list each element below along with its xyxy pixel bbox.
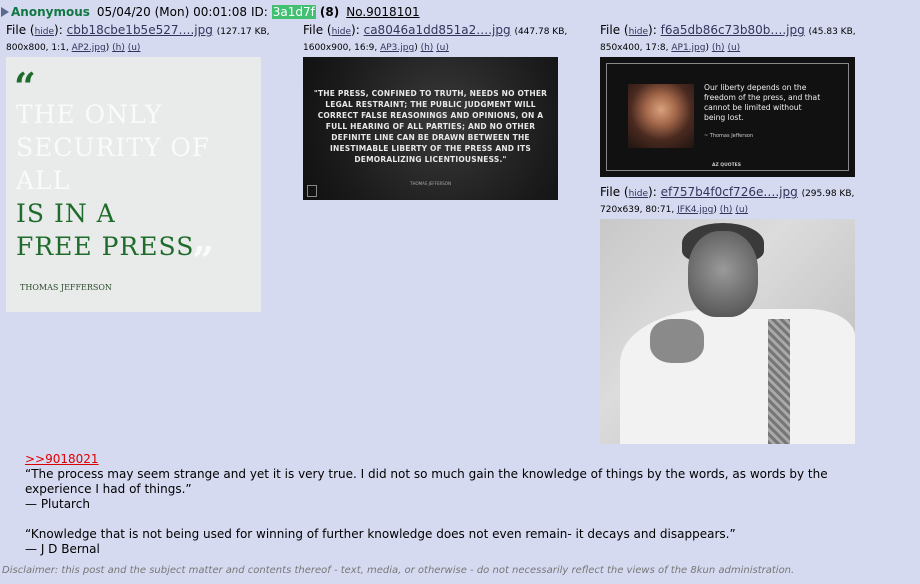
file-label-suffix: ): (648, 23, 657, 37)
shield-logo-icon (307, 185, 317, 197)
thumb-quote-text: "THE PRESS, CONFINED TO TRUTH, NEEDS NO … (313, 89, 548, 164)
original-filename-link[interactable]: AP1.jpg (671, 43, 705, 53)
file-info: File (hide): ef757b4f0cf726e….jpg (295.9… (600, 184, 870, 218)
original-filename-link[interactable]: AP2.jpg (72, 43, 106, 53)
file-h-link[interactable]: (h) (720, 205, 733, 215)
file-thumbnail[interactable]: “ THE ONLY SECURITY OF ALL IS IN A FREE … (6, 57, 261, 312)
file-info: File (hide): ca8046a1dd851a2….jpg (447.7… (303, 22, 573, 56)
file-attachment-2: File (hide): ca8046a1dd851a2….jpg (447.7… (303, 22, 573, 200)
file-attachment-3: File (hide): f6a5db86c73b80b….jpg (45.83… (600, 22, 870, 177)
file-meta: 720x639, 80:71, JFK4.jpg) (h) (u) (600, 205, 749, 215)
file-label: File ( (600, 185, 629, 199)
file-thumbnail[interactable]: "THE PRESS, CONFINED TO TRUTH, NEEDS NO … (303, 57, 558, 200)
file-dimensions: 720x639, 80:71, (600, 205, 675, 215)
file-thumbnail[interactable] (600, 219, 855, 444)
hide-link[interactable]: hide (332, 27, 351, 37)
file-label-suffix: ): (648, 185, 657, 199)
file-attachment-1: File (hide): cbb18cbe1b5e527….jpg (127.1… (6, 22, 276, 312)
file-dimensions: 800x800, 1:1, (6, 43, 69, 53)
file-label: File ( (6, 23, 35, 37)
triangle-right-icon[interactable] (1, 7, 9, 17)
post-number-link[interactable]: No.9018101 (346, 5, 419, 19)
thumb-quote-text: Our liberty depends on the freedom of th… (704, 83, 821, 122)
original-filename-link[interactable]: JFK4.jpg (677, 205, 713, 215)
hide-link[interactable]: hide (35, 27, 54, 37)
jefferson-portrait (628, 84, 694, 148)
file-u-link[interactable]: (u) (727, 43, 740, 53)
file-attachment-4: File (hide): ef757b4f0cf726e….jpg (295.9… (600, 184, 870, 444)
original-filename-link[interactable]: AP3.jpg (380, 43, 414, 53)
poster-name: Anonymous (11, 5, 90, 19)
file-dimensions: 850x400, 17:8, (600, 43, 669, 53)
file-u-link[interactable]: (u) (128, 43, 141, 53)
file-label: File ( (600, 23, 629, 37)
file-size: (295.98 KB, (801, 189, 855, 199)
file-size: (447.78 KB, (514, 27, 568, 37)
quote-text: “The process may seem strange and yet it… (25, 467, 828, 496)
photo-tie (768, 319, 790, 444)
file-name-link[interactable]: ca8046a1dd851a2….jpg (364, 23, 511, 37)
thumb-brand: AZ QUOTES (712, 163, 742, 168)
file-u-link[interactable]: (u) (436, 43, 449, 53)
post-body: >>9018021 “The process may seem strange … (25, 452, 885, 557)
photo-hand (650, 319, 704, 363)
hide-link[interactable]: hide (629, 27, 648, 37)
file-h-link[interactable]: (h) (112, 43, 125, 53)
file-label-suffix: ): (54, 23, 63, 37)
thumb-author: THOMAS JEFFERSON (410, 181, 451, 186)
file-label: File ( (303, 23, 332, 37)
file-h-link[interactable]: (h) (712, 43, 725, 53)
file-name-link[interactable]: ef757b4f0cf726e….jpg (661, 185, 798, 199)
photo-head (688, 231, 758, 317)
thumb-text-line: SECURITY OF (16, 133, 211, 162)
file-meta: 850x400, 17:8, AP1.jpg) (h) (u) (600, 43, 741, 53)
thumb-author: ~ Thomas Jefferson (704, 133, 754, 139)
post-header: Anonymous 05/04/20 (Mon) 00:01:08 ID: 3a… (0, 4, 420, 20)
file-name-link[interactable]: f6a5db86c73b80b….jpg (661, 23, 805, 37)
file-info: File (hide): f6a5db86c73b80b….jpg (45.83… (600, 22, 870, 56)
thumb-text-line: FREE PRESS (16, 232, 195, 261)
file-label-suffix: ): (351, 23, 360, 37)
quote-author: — Plutarch (25, 497, 90, 511)
file-dimensions: 1600x900, 16:9, (303, 43, 378, 53)
file-h-link[interactable]: (h) (421, 43, 434, 53)
file-name-link[interactable]: cbb18cbe1b5e527….jpg (67, 23, 213, 37)
reply-link[interactable]: >>9018021 (25, 452, 99, 466)
poster-id[interactable]: 3a1d7f (271, 5, 316, 19)
file-thumbnail[interactable]: Our liberty depends on the freedom of th… (600, 57, 855, 177)
file-meta: 1600x900, 16:9, AP3.jpg) (h) (u) (303, 43, 449, 53)
file-info: File (hide): cbb18cbe1b5e527….jpg (127.1… (6, 22, 276, 56)
id-post-count: (8) (319, 5, 340, 19)
poster-id-label: ID: (250, 5, 268, 19)
quote-text: “Knowledge that is not being used for wi… (25, 527, 736, 541)
disclaimer: Disclaimer: this post and the subject ma… (2, 565, 795, 576)
file-meta: 800x800, 1:1, AP2.jpg) (h) (u) (6, 43, 141, 53)
close-quote-mark: ” (192, 238, 214, 283)
file-size: (45.83 KB, (808, 27, 856, 37)
thumb-author: THOMAS JEFFERSON (20, 283, 112, 292)
quote-author: — J D Bernal (25, 542, 100, 556)
file-u-link[interactable]: (u) (735, 205, 748, 215)
thumb-text-line: IS IN A (16, 199, 116, 228)
file-size: (127.17 KB, (216, 27, 270, 37)
thumb-text-line: ALL (16, 166, 71, 195)
hide-link[interactable]: hide (629, 189, 648, 199)
post-date: 05/04/20 (Mon) 00:01:08 (96, 5, 247, 19)
thumb-text-line: THE ONLY (16, 100, 163, 129)
